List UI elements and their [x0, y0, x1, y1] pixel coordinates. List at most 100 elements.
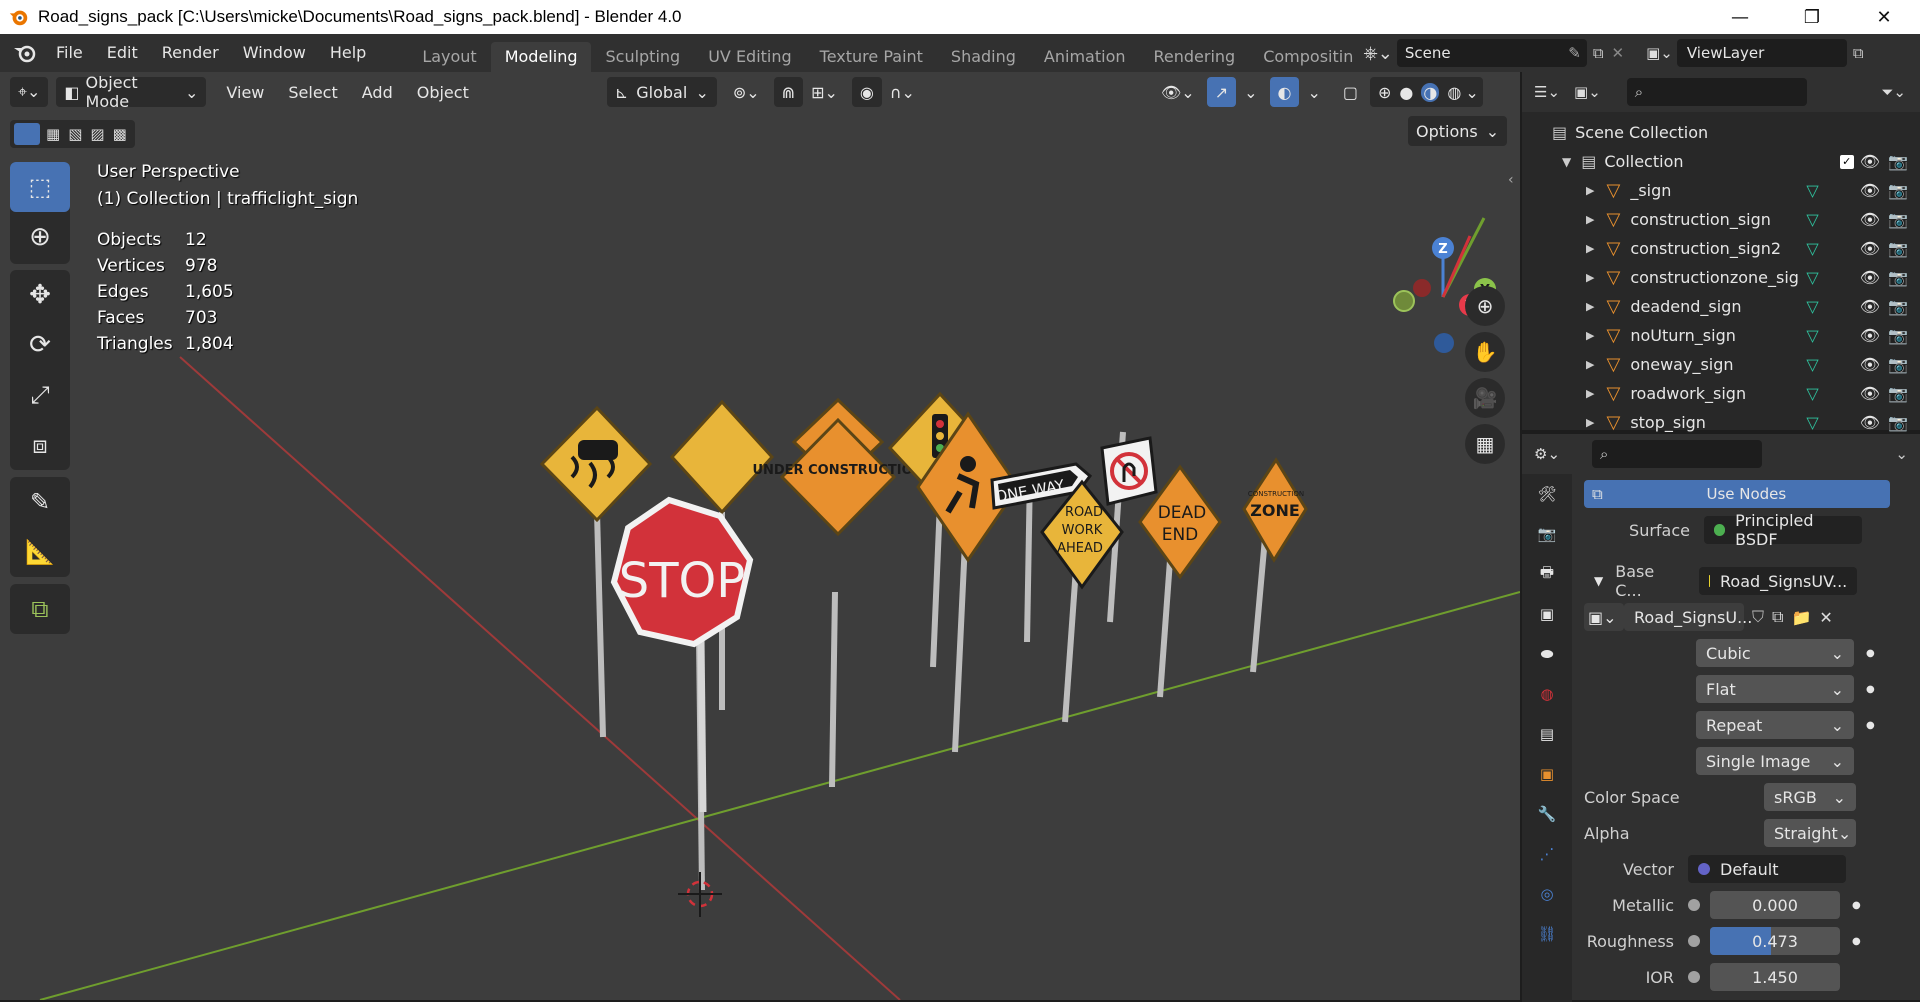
properties-editor-icon[interactable]: ⚙⌄	[1534, 445, 1560, 463]
select-box-tool[interactable]: ⬚	[10, 162, 70, 212]
expand-icon[interactable]: ▶	[1586, 300, 1594, 313]
annotate-tool[interactable]: ✎	[10, 477, 70, 527]
eye-icon[interactable]: 👁	[1860, 239, 1880, 258]
expand-icon[interactable]: ▶	[1586, 242, 1594, 255]
scene-selector[interactable]: ⎈⌄ Scene ✎ ⧉ ✕	[1363, 39, 1624, 67]
chevron-down-icon[interactable]: ⌄	[1895, 445, 1908, 463]
gizmo-toggle[interactable]: ↗	[1206, 77, 1237, 107]
eye-icon[interactable]: 👁	[1860, 268, 1880, 287]
scale-tool[interactable]: ⤢	[10, 370, 70, 420]
image-name-field[interactable]: Road_SignsU...	[1624, 603, 1752, 631]
tab-animation[interactable]: Animation	[1030, 42, 1140, 72]
menu-edit[interactable]: Edit	[95, 34, 150, 72]
camera-icon[interactable]: 📷	[1888, 181, 1908, 200]
tab-uv-editing[interactable]: UV Editing	[694, 42, 805, 72]
outliner-item[interactable]: ▶ ▽ deadend_sign ▽ 👁 📷	[1522, 292, 1920, 321]
outliner-item[interactable]: ▶ ▽ oneway_sign ▽ 👁 📷	[1522, 350, 1920, 379]
select-extend-icon[interactable]: ▦	[46, 125, 60, 143]
tab-collection[interactable]: ▤	[1522, 714, 1572, 754]
camera-icon[interactable]: 📷	[1888, 326, 1908, 345]
color-space-dropdown[interactable]: sRGB ⌄	[1764, 783, 1856, 811]
add-cube-tool[interactable]: ⧉	[10, 584, 70, 634]
eye-icon[interactable]: 👁	[1860, 326, 1880, 345]
projection-dropdown[interactable]: Flat ⌄	[1696, 675, 1854, 703]
mode-selector[interactable]: ◧ Object Mode ⌄	[56, 73, 207, 111]
move-tool[interactable]: ✥	[10, 270, 70, 320]
wireframe-shading-icon[interactable]: ⊕	[1378, 83, 1391, 102]
menu-add[interactable]: Add	[354, 77, 401, 107]
menu-file[interactable]: File	[44, 34, 95, 72]
transform-tool[interactable]: ⧈	[10, 420, 70, 470]
outliner-item[interactable]: ▶ ▽ constructionzone_sigr ▽ 👁 📷	[1522, 263, 1920, 292]
camera-icon[interactable]: 📷	[1888, 384, 1908, 403]
display-mode-icon[interactable]: ▣⌄	[1574, 83, 1601, 101]
outliner-item[interactable]: ▶ ▽ construction_sign ▽ 👁 📷	[1522, 205, 1920, 234]
tab-view-layer[interactable]: ▣	[1522, 594, 1572, 634]
camera-icon[interactable]: 📷	[1888, 152, 1908, 171]
gizmo-menu[interactable]: ⌄	[1236, 77, 1265, 107]
expand-icon[interactable]: ▶	[1586, 271, 1594, 284]
vector-field[interactable]: Default	[1688, 855, 1846, 883]
menu-help[interactable]: Help	[318, 34, 378, 72]
tab-texture-paint[interactable]: Texture Paint	[806, 42, 937, 72]
measure-tool[interactable]: 📐	[10, 527, 70, 577]
outliner-item[interactable]: ▶ ▽ noUturn_sign ▽ 👁 📷	[1522, 321, 1920, 350]
tab-particles[interactable]: ⋰	[1522, 834, 1572, 874]
tab-tool[interactable]: 🛠	[1522, 474, 1572, 514]
tab-constraints[interactable]: ⛓	[1522, 914, 1572, 954]
image-browse-button[interactable]: ▣⌄	[1584, 603, 1624, 631]
select-invert-icon[interactable]: ▨	[90, 125, 104, 143]
eye-icon[interactable]: 👁	[1860, 152, 1880, 171]
alpha-dropdown[interactable]: Straight ⌄	[1764, 819, 1856, 847]
tab-sculpting[interactable]: Sculpting	[591, 42, 694, 72]
surface-field[interactable]: Principled BSDF	[1704, 511, 1862, 549]
rendered-shading-icon[interactable]: ◍	[1447, 83, 1461, 102]
overlay-toggle[interactable]: ◐	[1269, 77, 1300, 107]
eye-icon[interactable]: 👁	[1860, 384, 1880, 403]
camera-view-button[interactable]: 🎥	[1465, 378, 1505, 418]
menu-view[interactable]: View	[218, 77, 272, 107]
expand-icon[interactable]: ▼	[1594, 574, 1603, 588]
new-view-layer-icon[interactable]: ⧉	[1853, 44, 1864, 62]
view-layer-selector[interactable]: ▣⌄ ViewLayer ⧉	[1646, 39, 1864, 67]
sidebar-toggle-icon[interactable]: ‹	[1508, 172, 1514, 188]
tab-layout[interactable]: Layout	[408, 42, 490, 72]
filter-icon[interactable]: ⏷⌄	[1881, 83, 1906, 101]
tab-shading[interactable]: Shading	[937, 42, 1030, 72]
zoom-button[interactable]: ⊕	[1465, 286, 1505, 326]
outliner-item[interactable]: ▶ ▽ roadwork_sign ▽ 👁 📷	[1522, 379, 1920, 408]
select-subtract-icon[interactable]: ▧	[68, 125, 82, 143]
keyframe-dot-icon[interactable]: ●	[1866, 684, 1875, 695]
pan-button[interactable]: ✋	[1465, 332, 1505, 372]
snap-toggle[interactable]: ⋒	[773, 77, 804, 107]
camera-icon[interactable]: 📷	[1888, 413, 1908, 432]
menu-render[interactable]: Render	[150, 34, 231, 72]
camera-icon[interactable]: 📷	[1888, 355, 1908, 374]
expand-icon[interactable]: ▶	[1586, 416, 1594, 429]
tab-modeling[interactable]: Modeling	[490, 42, 592, 72]
solid-shading-icon[interactable]: ●	[1399, 83, 1413, 102]
new-image-icon[interactable]: ⧉	[1772, 607, 1783, 627]
snap-target-button[interactable]: ⊞⌄	[803, 77, 846, 107]
outliner-search-input[interactable]: ⌕	[1626, 78, 1807, 106]
visibility-button[interactable]: 👁⌄	[1153, 77, 1203, 107]
camera-icon[interactable]: 📷	[1888, 210, 1908, 229]
tab-world[interactable]: ◍	[1522, 674, 1572, 714]
pivot-point-button[interactable]: ⊚⌄	[725, 77, 768, 107]
metallic-slider[interactable]: 0.000	[1710, 891, 1840, 919]
transform-orientation-selector[interactable]: ⊾ Global ⌄	[606, 77, 717, 107]
expand-icon[interactable]: ▶	[1586, 184, 1594, 197]
outliner-editor-icon[interactable]: ☰⌄	[1534, 83, 1560, 101]
tab-render[interactable]: 📷	[1522, 514, 1572, 554]
maximize-button[interactable]: ❐	[1782, 0, 1842, 34]
camera-icon[interactable]: 📷	[1888, 268, 1908, 287]
new-scene-icon[interactable]: ⧉	[1593, 44, 1604, 62]
base-color-field[interactable]: Road_SignsUV...	[1699, 567, 1858, 595]
outliner-item[interactable]: ▶ ▽ construction_sign2 ▽ 👁 📷	[1522, 234, 1920, 263]
cursor-tool[interactable]: ⊕	[10, 212, 70, 262]
select-intersect-icon[interactable]: ▩	[113, 125, 127, 143]
overlay-menu[interactable]: ⌄	[1299, 77, 1328, 107]
tab-compositing[interactable]: Compositin	[1249, 42, 1357, 72]
close-window-button[interactable]: ✕	[1854, 0, 1914, 34]
menu-object[interactable]: Object	[409, 77, 477, 107]
